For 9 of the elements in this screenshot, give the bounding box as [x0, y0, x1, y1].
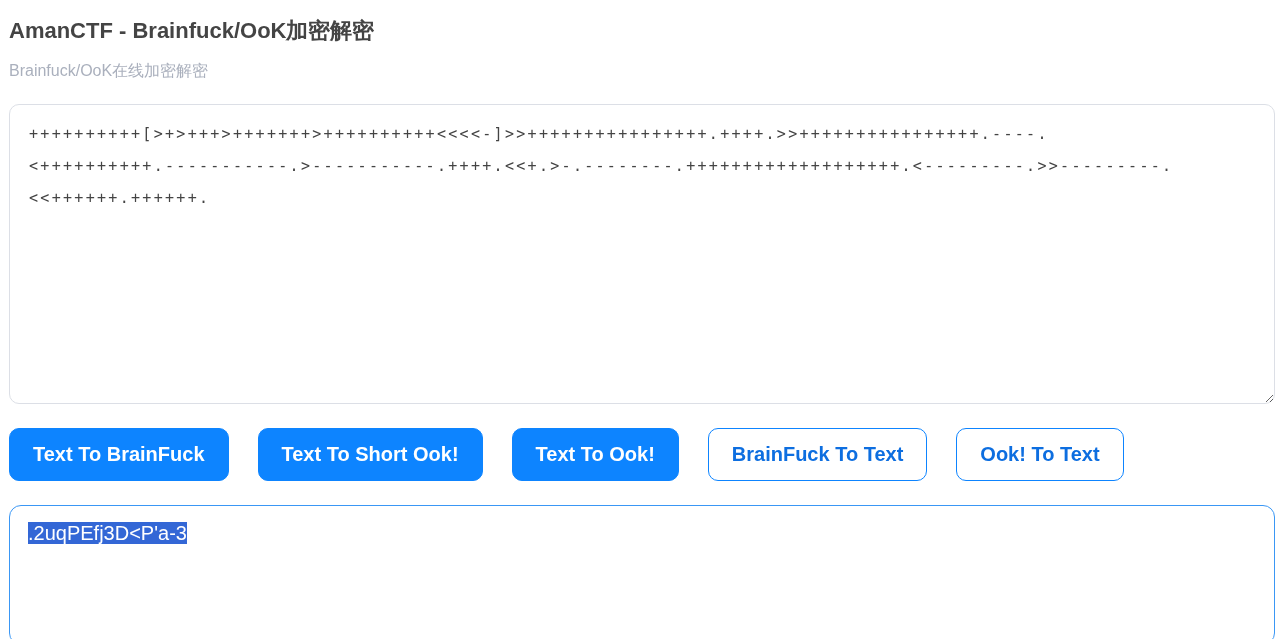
convert-button[interactable]: Text To BrainFuck	[9, 428, 229, 481]
page-subtitle: Brainfuck/OoK在线加密解密	[9, 61, 210, 81]
output-text: .2uqPEfj3D<P'a-3	[28, 522, 187, 544]
convert-button[interactable]: Text To Ook!	[511, 428, 679, 481]
convert-button[interactable]: Text To Short Ook!	[257, 428, 483, 481]
page-title: AmanCTF - Brainfuck/OoK加密解密	[9, 17, 376, 45]
convert-button[interactable]: Ook! To Text	[956, 428, 1124, 481]
convert-button[interactable]: BrainFuck To Text	[707, 428, 928, 481]
input-field[interactable]: ++++++++++[>+>+++>+++++++>++++++++++<<<<-]>>++++++++++++++++.++++.>>++++++++++++++++.----. <++++++++++.-----------.>-----------.++++.<<+.>-.--------.+++++++++++++++++++.<---------.>>---------. <<++++++.++++++.	[9, 104, 1275, 404]
